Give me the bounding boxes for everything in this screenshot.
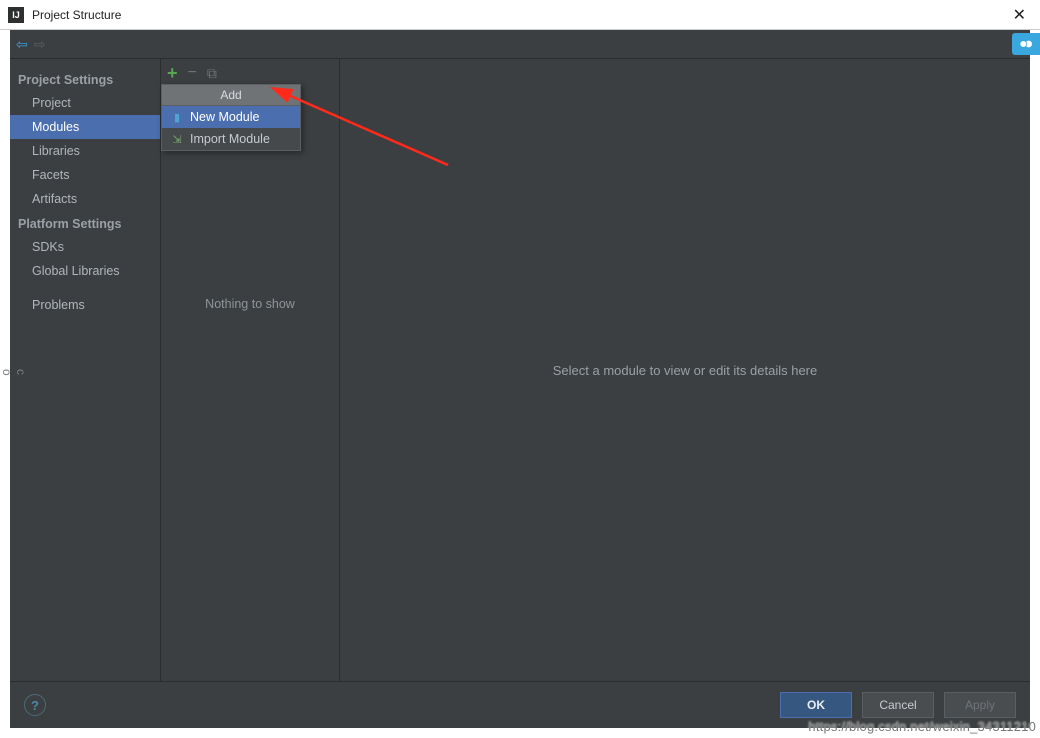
help-icon[interactable]: ?: [24, 694, 46, 716]
ok-button[interactable]: OK: [780, 692, 852, 718]
nav-toolbar: ⇦ ⇨: [10, 30, 1030, 58]
extension-badge[interactable]: [1012, 33, 1040, 55]
left-gutter: oc: [0, 369, 28, 376]
section-platform-settings: Platform Settings: [10, 211, 160, 235]
copy-icon: ⧉: [207, 65, 217, 82]
app-icon: IJ: [8, 7, 24, 23]
module-toolbar: + − ⧉: [161, 59, 339, 87]
apply-button[interactable]: Apply: [944, 692, 1016, 718]
sidebar-item-artifacts[interactable]: Artifacts: [10, 187, 160, 211]
remove-icon: −: [188, 64, 197, 82]
popup-title: Add: [162, 85, 300, 106]
window-title: Project Structure: [32, 8, 1007, 22]
sidebar-item-project[interactable]: Project: [10, 91, 160, 115]
sidebar: Project Settings Project Modules Librari…: [10, 59, 160, 681]
detail-pane: Select a module to view or edit its deta…: [340, 59, 1030, 681]
section-project-settings: Project Settings: [10, 67, 160, 91]
close-button[interactable]: ✕: [1007, 5, 1032, 25]
sidebar-item-libraries[interactable]: Libraries: [10, 139, 160, 163]
back-icon[interactable]: ⇦: [16, 36, 28, 53]
menu-new-module-label: New Module: [190, 110, 259, 124]
detail-message: Select a module to view or edit its deta…: [553, 363, 817, 378]
sidebar-item-global-libraries[interactable]: Global Libraries: [10, 259, 160, 283]
sidebar-item-sdks[interactable]: SDKs: [10, 235, 160, 259]
folder-icon: ▮: [170, 110, 184, 124]
sidebar-item-problems[interactable]: Problems: [10, 293, 160, 317]
title-bar: IJ Project Structure ✕: [0, 0, 1040, 30]
forward-icon[interactable]: ⇨: [34, 36, 46, 53]
add-popup: Add ▮ New Module ⇲ Import Module: [161, 84, 301, 151]
import-icon: ⇲: [170, 132, 184, 146]
empty-state-text: Nothing to show: [161, 297, 339, 311]
menu-new-module[interactable]: ▮ New Module: [162, 106, 300, 128]
watermark: https://blog.csdn.net/weixin_34311210: [808, 719, 1036, 734]
sidebar-item-modules[interactable]: Modules: [10, 115, 160, 139]
sidebar-item-facets[interactable]: Facets: [10, 163, 160, 187]
module-list-pane: + − ⧉ Nothing to show Add ▮ New Module ⇲…: [160, 59, 340, 681]
add-icon[interactable]: +: [167, 64, 178, 82]
menu-import-module-label: Import Module: [190, 132, 270, 146]
menu-import-module[interactable]: ⇲ Import Module: [162, 128, 300, 150]
cancel-button[interactable]: Cancel: [862, 692, 934, 718]
